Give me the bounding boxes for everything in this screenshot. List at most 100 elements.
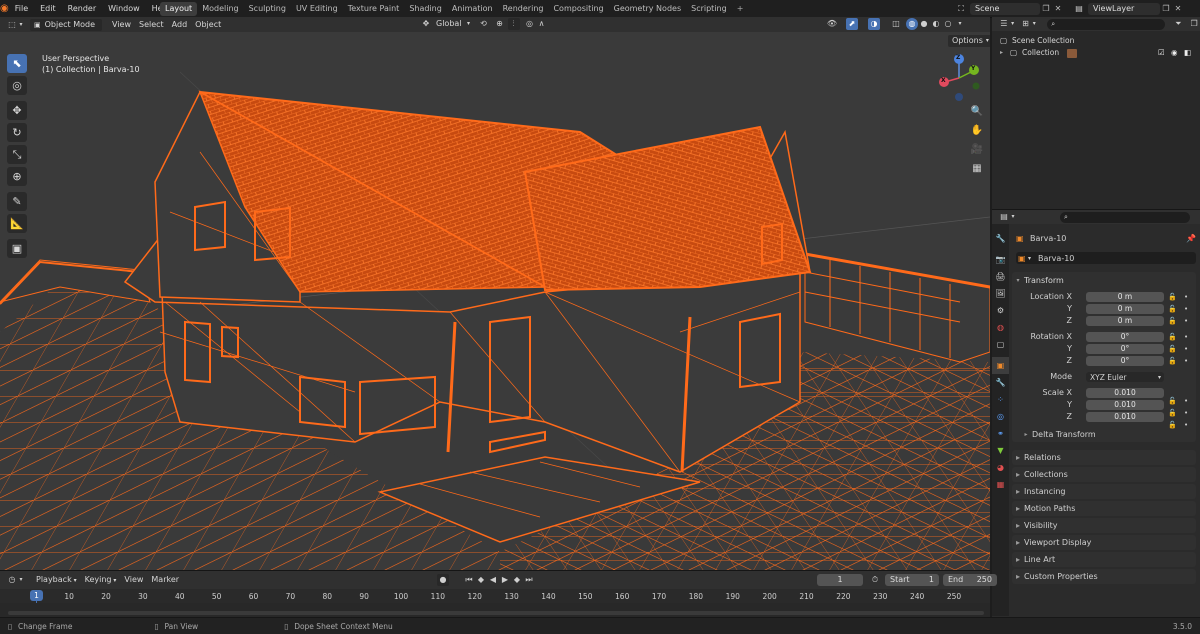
next-keyframe-icon[interactable]: ◆ — [511, 574, 523, 586]
menu-window[interactable]: Window — [102, 0, 146, 17]
properties-editor-icon[interactable]: ▤ — [998, 211, 1010, 223]
editor-type-icon[interactable]: ⬚ — [6, 19, 18, 31]
keyframe-dot-icon[interactable]: • — [1184, 395, 1188, 407]
relations-section[interactable]: ▸ Relations — [1012, 450, 1196, 465]
menu-select[interactable]: Select — [135, 19, 168, 31]
new-scene-icon[interactable]: ❐ — [1040, 4, 1052, 13]
shading-solid-icon[interactable]: ● — [918, 18, 930, 30]
scene-tab-icon[interactable]: ⚙ — [992, 302, 1009, 319]
particles-tab-icon[interactable]: ⁘ — [992, 391, 1009, 408]
instancing-section[interactable]: ▸ Instancing — [1012, 484, 1196, 499]
end-frame-field[interactable]: End 250 — [943, 574, 997, 586]
delete-scene-icon[interactable]: ✕ — [1052, 4, 1064, 13]
keyframe-dot-icon[interactable]: • — [1184, 355, 1188, 367]
render-tab-icon[interactable]: 📷 — [992, 251, 1009, 268]
orientation-dropdown[interactable]: Global — [432, 18, 466, 30]
scale-tool-icon[interactable]: ⤡ — [7, 145, 27, 164]
lock-icon[interactable]: 🔓 — [1168, 395, 1177, 407]
lock-icon[interactable]: 🔓 — [1168, 355, 1177, 367]
lock-icon[interactable]: 🔓 — [1168, 331, 1177, 343]
shading-options-icon[interactable]: ▾ — [954, 18, 966, 30]
tab-rendering[interactable]: Rendering — [498, 2, 549, 16]
delete-viewlayer-icon[interactable]: ✕ — [1172, 4, 1184, 13]
tool-tab-icon[interactable]: 🔧 — [992, 230, 1009, 247]
properties-search-input[interactable]: ⌕ — [1060, 211, 1190, 223]
rotation-x-field[interactable]: 0° — [1086, 332, 1164, 342]
lock-icon[interactable]: 🔓 — [1168, 407, 1177, 419]
viewlayer-icon[interactable]: ▤ — [1070, 4, 1088, 13]
tab-uv-editing[interactable]: UV Editing — [291, 2, 343, 16]
blender-logo-icon[interactable]: ◉ — [0, 3, 9, 14]
measure-tool-icon[interactable]: 📐 — [7, 214, 27, 233]
add-workspace-icon[interactable]: + — [732, 2, 749, 16]
options-dropdown[interactable]: Options ▾ — [948, 35, 990, 47]
tab-sculpting[interactable]: Sculpting — [244, 2, 291, 16]
outliner-row-scene-collection[interactable]: ▢ Scene Collection — [1000, 35, 1196, 47]
custom-properties-section[interactable]: ▸ Custom Properties — [1012, 569, 1196, 584]
physics-tab-icon[interactable]: ◎ — [992, 408, 1009, 425]
falloff-icon[interactable]: ∧ — [536, 18, 548, 30]
menu-view[interactable]: View — [108, 19, 135, 31]
tab-geometry-nodes[interactable]: Geometry Nodes — [609, 2, 686, 16]
transform-header[interactable]: ▾ Transform — [1012, 272, 1196, 288]
viewport-display-section[interactable]: ▸ Viewport Display — [1012, 535, 1196, 550]
pin-icon[interactable]: 📌 — [1186, 234, 1196, 243]
mode-dropdown[interactable]: ▣ Object Mode — [30, 18, 102, 31]
start-frame-field[interactable]: Start 1 — [885, 574, 939, 586]
record-icon[interactable]: ● — [437, 574, 449, 586]
rotation-mode-dropdown[interactable]: XYZ Euler ▾ — [1086, 372, 1164, 382]
proportional-edit-icon[interactable]: ◎ — [524, 18, 536, 30]
annotate-tool-icon[interactable]: ✎ — [7, 192, 27, 211]
lock-icon[interactable]: 🔓 — [1168, 291, 1177, 303]
outliner-editor-icon[interactable]: ☰ — [998, 18, 1010, 30]
play-reverse-icon[interactable]: ◀ — [487, 574, 499, 586]
rotation-y-field[interactable]: 0° — [1086, 344, 1164, 354]
keyframe-dot-icon[interactable]: • — [1184, 331, 1188, 343]
transform-tool-icon[interactable]: ⊕ — [7, 167, 27, 186]
pivot-icon[interactable]: ⟲ — [478, 18, 490, 30]
add-cube-tool-icon[interactable]: ▣ — [7, 239, 27, 258]
world-tab-icon[interactable]: ◍ — [992, 319, 1009, 336]
keyframe-dot-icon[interactable]: • — [1184, 407, 1188, 419]
clock-icon[interactable]: ⏱ — [869, 574, 881, 586]
menu-playback[interactable]: Playback ▾ — [32, 574, 81, 586]
tab-texture-paint[interactable]: Texture Paint — [343, 2, 405, 16]
line-art-section[interactable]: ▸ Line Art — [1012, 552, 1196, 567]
snap-toggle-icon[interactable]: ⫶ — [507, 18, 520, 30]
scene-field[interactable]: Scene — [970, 2, 1040, 15]
menu-edit[interactable]: Edit — [34, 0, 62, 17]
grid-toggle-icon[interactable]: ▦ — [969, 161, 985, 177]
tab-modeling[interactable]: Modeling — [197, 2, 243, 16]
lock-icon[interactable]: 🔓 — [1168, 303, 1177, 315]
keyframe-dot-icon[interactable]: • — [1184, 343, 1188, 355]
menu-file[interactable]: File — [9, 0, 34, 17]
modifier-tab-icon[interactable]: 🔧 — [992, 374, 1009, 391]
expand-arrow-icon[interactable]: ▸ — [1000, 47, 1010, 59]
menu-timeline-view[interactable]: View — [120, 574, 147, 586]
output-tab-icon[interactable]: 🖨 — [992, 268, 1009, 285]
shading-material-icon[interactable]: ◐ — [930, 18, 942, 30]
scale-y-field[interactable]: 0.010 — [1086, 400, 1164, 410]
frame-ruler[interactable]: 10 20 30 40 50 60 70 80 90 100 110 120 130 140 150 160 1… — [0, 589, 990, 603]
visibility-section[interactable]: ▸ Visibility — [1012, 518, 1196, 533]
timeline-scrollbar[interactable] — [8, 611, 984, 615]
new-collection-icon[interactable]: ❐ — [1188, 18, 1200, 30]
current-frame-field[interactable]: 1 — [817, 574, 863, 586]
scale-x-field[interactable]: 0.010 — [1086, 388, 1164, 398]
collection-tab-icon[interactable]: ▢ — [992, 336, 1009, 353]
object-tab-icon[interactable]: ▣ — [992, 357, 1009, 374]
playhead[interactable]: 1 — [30, 590, 43, 601]
menu-keying[interactable]: Keying ▾ — [81, 574, 121, 586]
pan-hand-icon[interactable]: ✋ — [969, 123, 985, 139]
tab-scripting[interactable]: Scripting — [686, 2, 732, 16]
gizmo-toggle-icon[interactable]: ⬈ — [846, 18, 858, 30]
camera-icon[interactable]: 🎥 — [969, 142, 985, 158]
collections-section[interactable]: ▸ Collections — [1012, 467, 1196, 482]
camera-render-icon[interactable]: ◧ — [1184, 47, 1191, 59]
tab-shading[interactable]: Shading — [404, 2, 447, 16]
display-mode-icon[interactable]: ⊞ — [1020, 18, 1032, 30]
rotate-tool-icon[interactable]: ↻ — [7, 123, 27, 142]
location-x-field[interactable]: 0 m — [1086, 292, 1164, 302]
keyframe-dot-icon[interactable]: • — [1184, 291, 1188, 303]
texture-tab-icon[interactable]: ▦ — [992, 476, 1009, 493]
